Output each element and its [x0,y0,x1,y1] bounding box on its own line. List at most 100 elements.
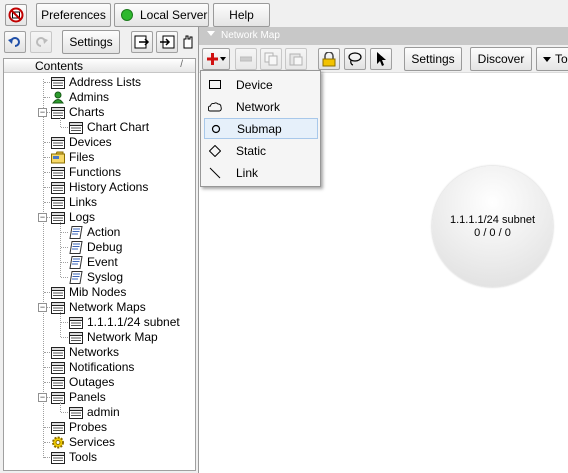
diamond-icon [208,144,222,157]
remove-button[interactable] [235,48,257,70]
folder-icon [51,151,65,164]
tree-item-1-1-1-1-24-subnet[interactable]: 1.1.1.1/24 subnet [69,315,180,330]
collapse-toggle-icon[interactable]: − [38,303,47,312]
local-server-button[interactable]: Local Server [114,3,209,27]
circle-icon [209,124,223,134]
preferences-button[interactable]: Preferences [36,3,111,27]
close-button[interactable] [5,4,27,26]
tree-item-outages[interactable]: Outages [51,375,114,390]
tree-item-admins[interactable]: Admins [51,90,109,105]
tree-guide-branch [61,322,68,323]
collapse-toggle-icon[interactable]: − [38,393,47,402]
tree-item-action[interactable]: Action [69,225,120,240]
settings-label: Settings [69,35,113,49]
preferences-label: Preferences [41,8,106,22]
tree-item-notifications[interactable]: Notifications [51,360,134,375]
import-button[interactable] [156,31,178,53]
folder-icon-graphic [51,151,65,164]
tree-guide-branch [61,262,68,263]
tree-item-syslog[interactable]: Syslog [69,270,123,285]
lasso-button[interactable] [344,48,366,70]
map-settings-button[interactable]: Settings [404,47,462,71]
add-dropdown-menu[interactable]: Device Network Submap Static Link [200,70,321,187]
tree-item-label: Files [69,150,95,164]
more-toolbar-icon[interactable] [182,34,194,52]
tree-guide-branch [44,292,50,293]
tree-item-networks[interactable]: Networks [51,345,119,360]
menu-item-link[interactable]: Link [204,162,318,183]
menu-item-static[interactable]: Static [204,140,318,161]
tree-item-debug[interactable]: Debug [69,240,122,255]
tree-item-charts[interactable]: Charts [51,105,104,120]
table-icon [51,166,65,179]
collapse-arrow-icon[interactable] [207,31,215,36]
column-resize-icon: / [180,59,183,70]
tree-item-functions[interactable]: Functions [51,165,121,180]
tree-item-label: Network Map [87,330,158,344]
tree-header[interactable]: Contents / [4,59,195,73]
menu-item-network[interactable]: Network [204,96,318,117]
log-icon-graphic [69,226,83,239]
undo-button[interactable] [4,31,26,53]
tree-item-label: Event [87,255,118,269]
close-icon [8,7,24,23]
add-button[interactable] [202,48,230,70]
tree-item-chart-chart[interactable]: Chart Chart [69,120,149,135]
tree-item-label: Address Lists [69,75,142,89]
tree-item-probes[interactable]: Probes [51,420,107,435]
tree-item-mib-nodes[interactable]: Mib Nodes [51,285,126,300]
redo-button[interactable] [30,31,52,53]
subnet-node[interactable]: 1.1.1.1/24 subnet 0 / 0 / 0 [432,166,553,287]
export-button[interactable] [131,31,153,53]
tree-item-admin[interactable]: admin [69,405,120,420]
tree-item-devices[interactable]: Devices [51,135,112,150]
tree-item-label: admin [87,405,120,419]
tools-button[interactable]: Tools [536,47,568,71]
tree-item-network-map[interactable]: Network Map [69,330,158,345]
pointer-button[interactable] [370,48,392,70]
log-icon [69,256,83,269]
paste-button[interactable] [285,48,307,70]
menu-item-submap[interactable]: Submap [204,118,318,139]
tree-item-label: Chart Chart [87,120,150,134]
rectangle-icon [208,80,222,89]
help-button[interactable]: Help [213,3,270,27]
log-icon [69,226,83,239]
tree-guide-branch [61,412,68,413]
table-icon-graphic [69,331,83,344]
table-icon [51,106,65,119]
tree-item-services[interactable]: Services [51,435,115,450]
tree-item-network-maps[interactable]: Network Maps [51,300,146,315]
table-icon-graphic [51,301,65,314]
copy-button[interactable] [260,48,282,70]
lock-button[interactable] [318,48,340,70]
tree-item-links[interactable]: Links [51,195,97,210]
tree-item-label: Network Maps [69,300,146,314]
table-icon [51,391,65,404]
table-icon-graphic [51,391,65,404]
collapse-toggle-icon[interactable]: − [38,213,47,222]
lock-icon [322,51,336,66]
tree-guide-branch [44,187,50,188]
discover-button[interactable]: Discover [470,47,532,71]
collapse-toggle-icon[interactable]: − [38,108,47,117]
tree-item-tools[interactable]: Tools [51,450,97,465]
contents-tree[interactable]: Contents / Address Lists Admins Charts − Cha… [3,58,196,471]
log-icon-graphic [69,271,83,284]
tree-item-event[interactable]: Event [69,255,118,270]
tree-item-label: Syslog [87,270,124,284]
tree-item-label: Mib Nodes [69,285,127,299]
tree-item-history-actions[interactable]: History Actions [51,180,148,195]
tree-item-logs[interactable]: Logs [51,210,95,225]
table-icon [51,286,65,299]
table-icon [51,346,65,359]
undo-icon [8,37,20,47]
tree-item-label: History Actions [69,180,149,194]
menu-item-device[interactable]: Device [204,74,318,95]
tree-item-files[interactable]: Files [51,150,94,165]
tree-item-address-lists[interactable]: Address Lists [51,75,141,90]
settings-button[interactable]: Settings [62,30,120,54]
table-icon-graphic [51,376,65,389]
hand-icon [183,35,193,49]
menu-item-label: Submap [237,121,282,136]
